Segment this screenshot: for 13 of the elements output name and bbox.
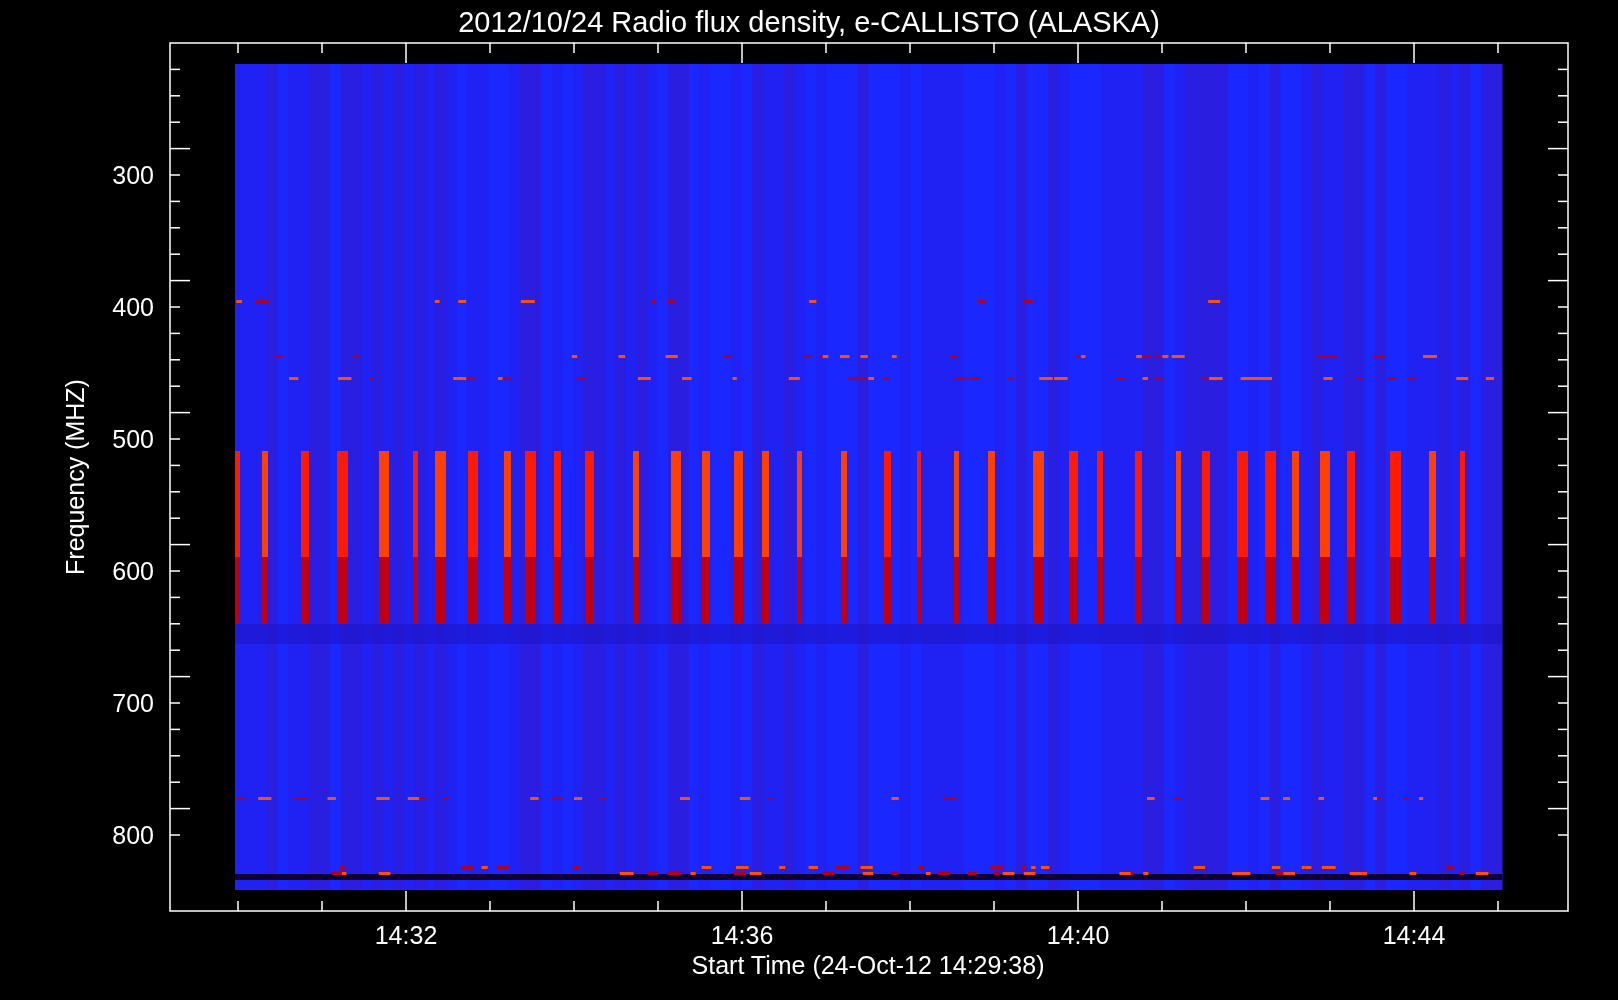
x-tick-label: 14:44 [1382, 921, 1446, 949]
x-axis-label: Start Time (24-Oct-12 14:29:38) [691, 951, 1045, 979]
y-tick-label: 400 [112, 293, 154, 321]
y-tick-label: 500 [112, 425, 154, 453]
y-tick-label: 300 [112, 161, 154, 189]
x-tick-label: 14:36 [710, 921, 774, 949]
y-axis-label: Frequency (MHZ) [61, 379, 89, 575]
y-tick-label: 600 [112, 557, 154, 585]
x-tick-label: 14:32 [374, 921, 438, 949]
y-tick-label: 700 [112, 689, 154, 717]
y-tick-label: 800 [112, 821, 154, 849]
x-tick-label: 14:40 [1046, 921, 1110, 949]
chart-title: 2012/10/24 Radio flux density, e-CALLISTO (ALASKA) [458, 6, 1160, 38]
